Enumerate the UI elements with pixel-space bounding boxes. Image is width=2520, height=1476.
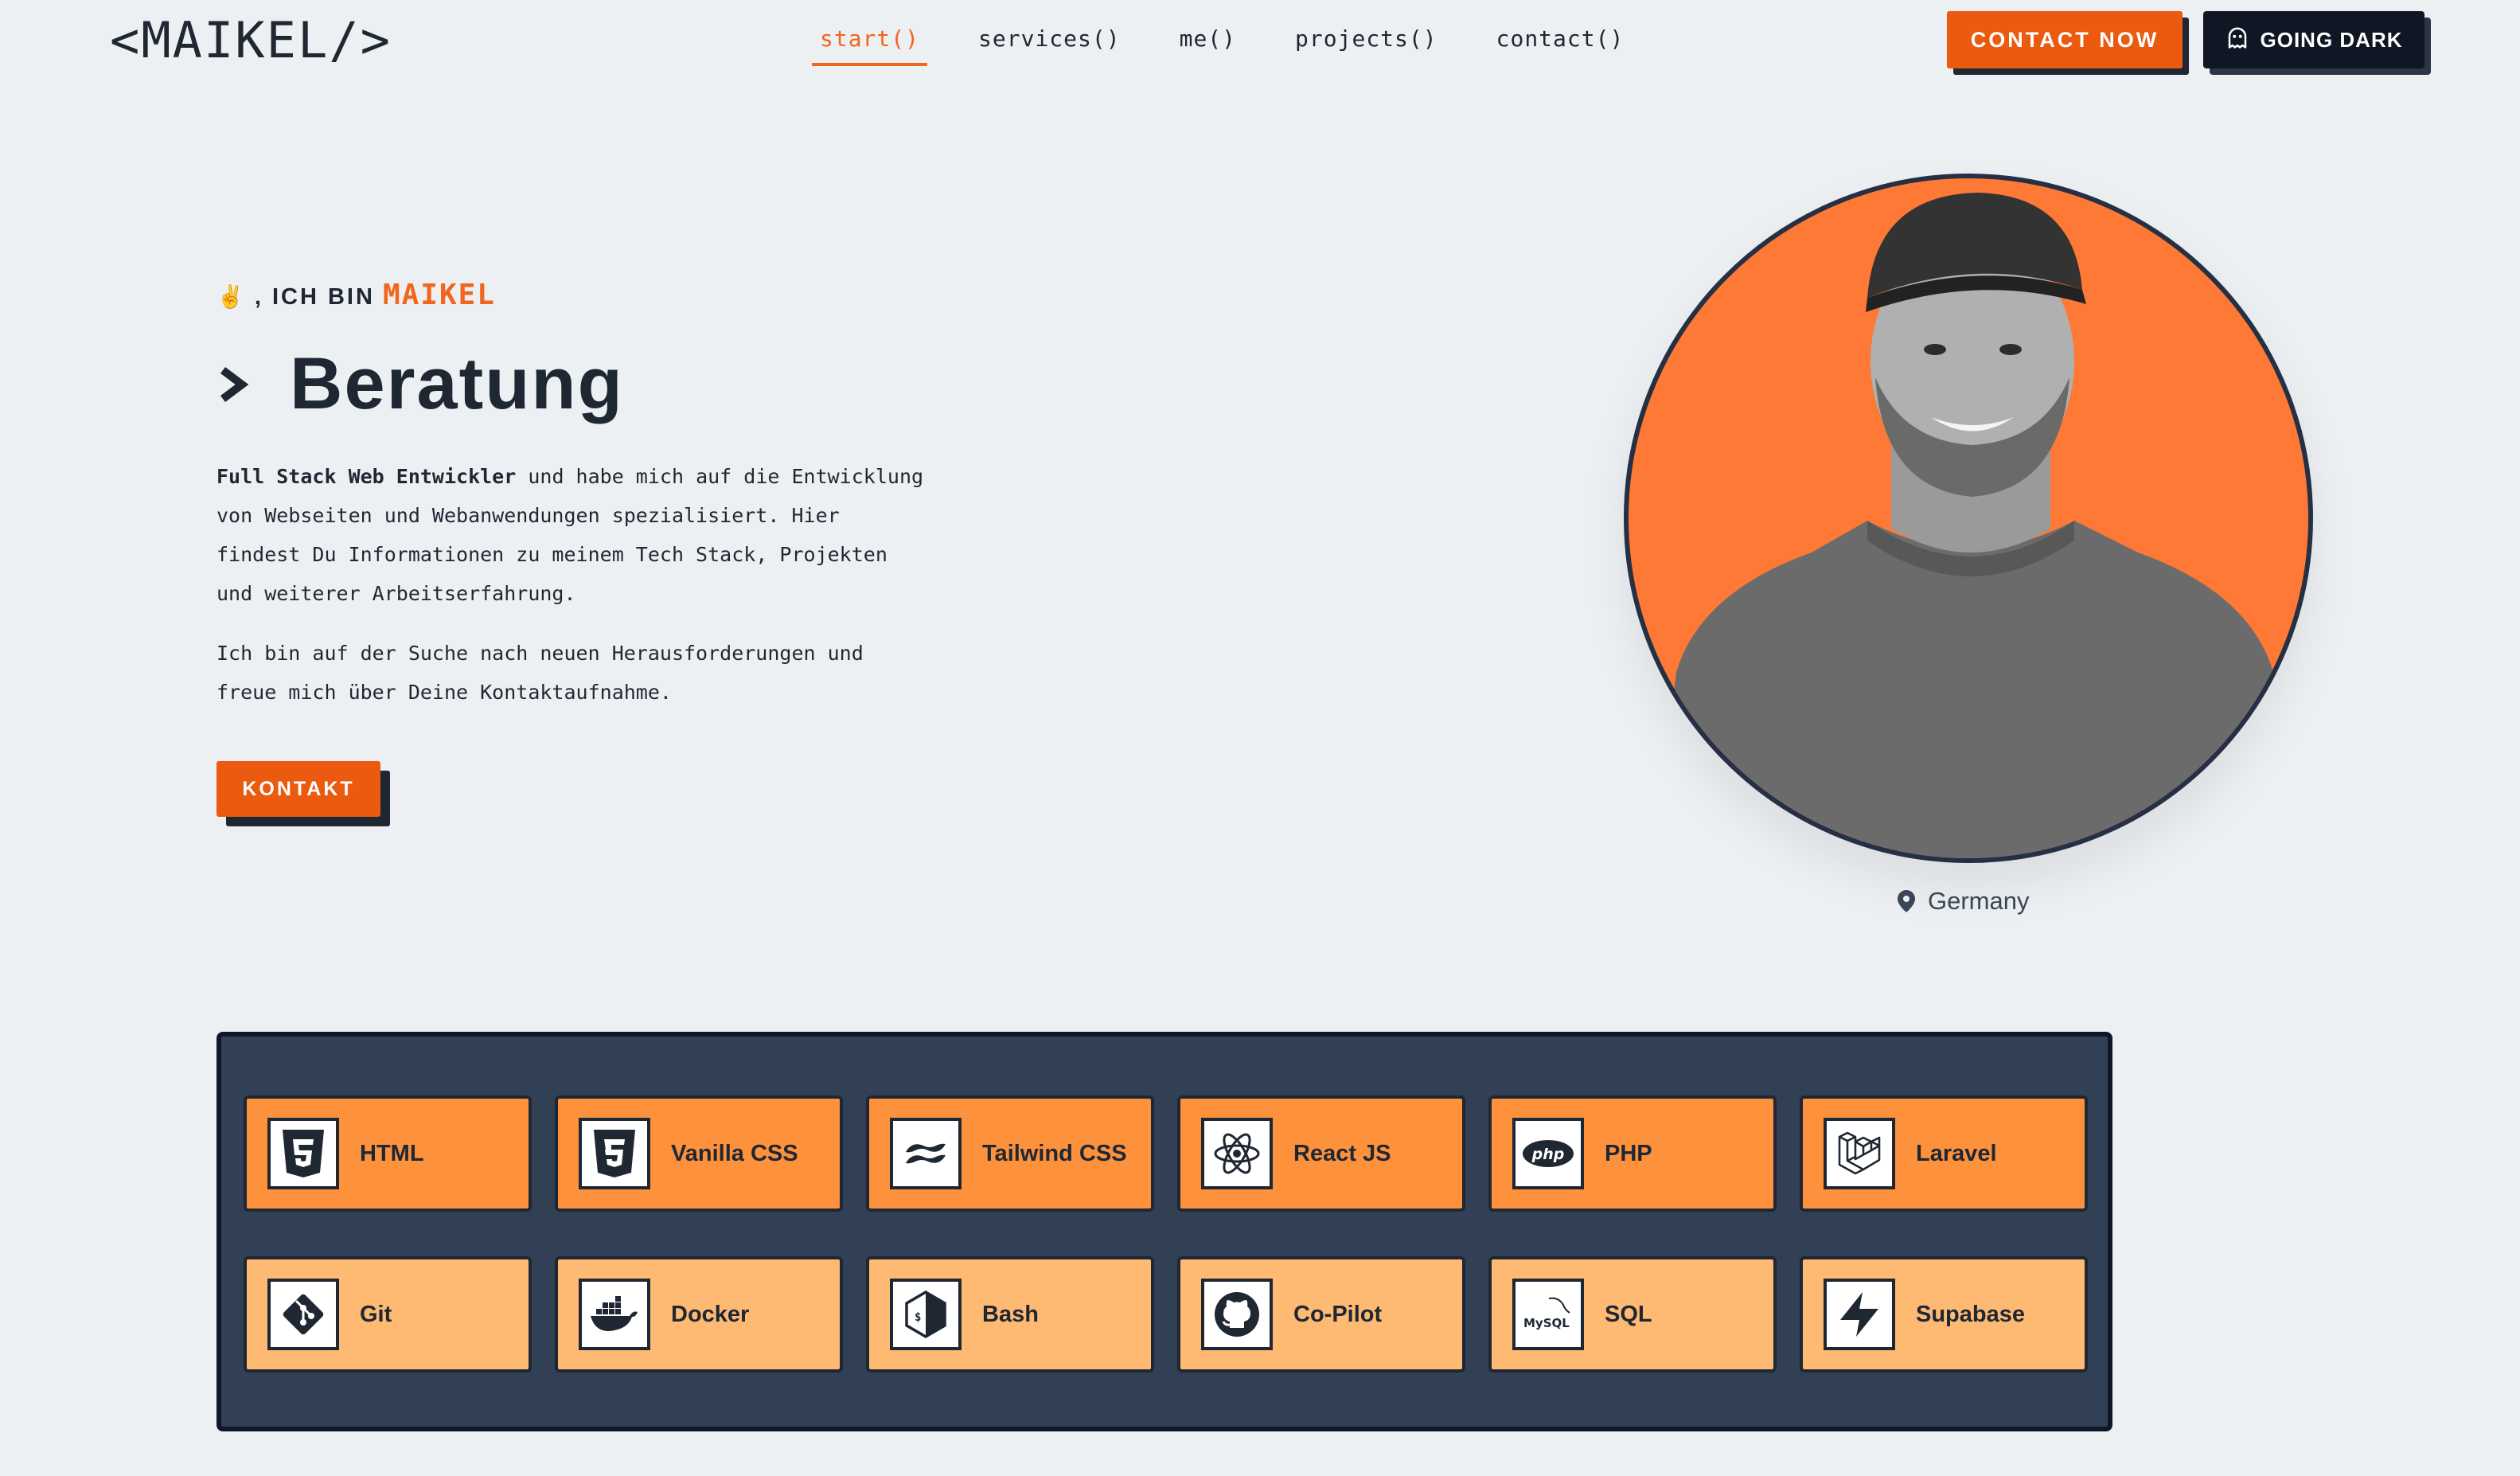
intro-highlight: Full Stack Web Entwickler <box>217 465 517 488</box>
skill-label: Tailwind CSS <box>982 1140 1127 1166</box>
github-icon <box>1201 1279 1273 1350</box>
going-dark-label: GOING DARK <box>2260 27 2403 52</box>
skill-card: Docker <box>555 1256 843 1373</box>
main-nav: start() services() me() projects() conta… <box>812 22 1632 66</box>
skill-card: MySQL SQL <box>1488 1256 1777 1373</box>
tech-stack-panel: HTML Vanilla CSS Tailwind CSS React JS p… <box>217 1032 2112 1431</box>
css3-icon <box>579 1118 650 1189</box>
skill-card: Co-Pilot <box>1177 1256 1465 1373</box>
skill-label: Bash <box>982 1301 1039 1327</box>
tech-stack-grid: HTML Vanilla CSS Tailwind CSS React JS p… <box>244 1095 2088 1373</box>
skill-card: Git <box>244 1256 532 1373</box>
headline: Beratung <box>217 342 624 426</box>
svg-text:MySQL: MySQL <box>1523 1316 1570 1330</box>
role-title: Beratung <box>290 343 624 424</box>
intro-paragraph-1: Full Stack Web Entwickler und habe mich … <box>217 457 933 613</box>
skill-label: Supabase <box>1916 1301 2025 1327</box>
laravel-icon <box>1824 1118 1895 1189</box>
nav-projects[interactable]: projects() <box>1287 22 1445 66</box>
skill-card: Vanilla CSS <box>555 1095 843 1212</box>
skill-card: HTML <box>244 1095 532 1212</box>
skill-card: php PHP <box>1488 1095 1777 1212</box>
skill-card: React JS <box>1177 1095 1465 1212</box>
nav-me[interactable]: me() <box>1172 22 1244 66</box>
map-pin-icon <box>1898 890 1915 912</box>
skill-label: HTML <box>360 1140 424 1166</box>
ghost-icon <box>2225 25 2249 55</box>
skill-label: Co-Pilot <box>1293 1301 1383 1327</box>
skill-label: SQL <box>1605 1301 1652 1327</box>
skill-card: Supabase <box>1800 1256 2088 1373</box>
contact-now-button[interactable]: CONTACT NOW <box>1947 11 2183 68</box>
tailwind-icon <box>890 1118 962 1189</box>
skill-card: Laravel <box>1800 1095 2088 1212</box>
victory-hand-icon: ✌ <box>217 284 247 309</box>
supabase-icon <box>1824 1279 1895 1350</box>
greeting-prefix: , ICH BIN <box>254 284 375 310</box>
site-logo[interactable]: <MAIKEL/> <box>110 11 392 69</box>
nav-services[interactable]: services() <box>970 22 1129 66</box>
location-label: Germany <box>1928 887 2030 915</box>
git-icon <box>267 1279 339 1350</box>
skill-label: PHP <box>1605 1140 1652 1166</box>
docker-icon <box>579 1279 650 1350</box>
svg-text:$: $ <box>915 1311 921 1324</box>
intro-text: Full Stack Web Entwickler und habe mich … <box>217 457 933 712</box>
nav-start[interactable]: start() <box>812 22 928 66</box>
react-icon <box>1201 1118 1273 1189</box>
intro-paragraph-2: Ich bin auf der Suche nach neuen Herausf… <box>217 642 864 704</box>
skill-label: Laravel <box>1916 1140 1997 1166</box>
skill-label: React JS <box>1293 1140 1391 1166</box>
bash-icon: $ <box>890 1279 962 1350</box>
nav-contact[interactable]: contact() <box>1488 22 1633 66</box>
mysql-icon: MySQL <box>1512 1279 1584 1350</box>
html5-icon <box>267 1118 339 1189</box>
location: Germany <box>1898 887 2029 916</box>
going-dark-button[interactable]: GOING DARK <box>2203 11 2424 68</box>
greeting-name: MAIKEL <box>382 279 496 311</box>
skill-card: $ Bash <box>866 1256 1154 1373</box>
php-icon: php <box>1512 1118 1584 1189</box>
skill-label: Vanilla CSS <box>671 1140 798 1166</box>
skill-label: Docker <box>671 1301 750 1327</box>
profile-photo <box>1624 174 2313 863</box>
portrait-illustration <box>1653 193 2296 858</box>
skill-label: Git <box>360 1301 392 1327</box>
kontakt-button[interactable]: KONTAKT <box>217 761 380 817</box>
chevron-right-icon <box>220 366 249 402</box>
greeting: ✌ , ICH BIN MAIKEL <box>217 279 496 311</box>
skill-card: Tailwind CSS <box>866 1095 1154 1212</box>
svg-text:php: php <box>1531 1146 1565 1163</box>
